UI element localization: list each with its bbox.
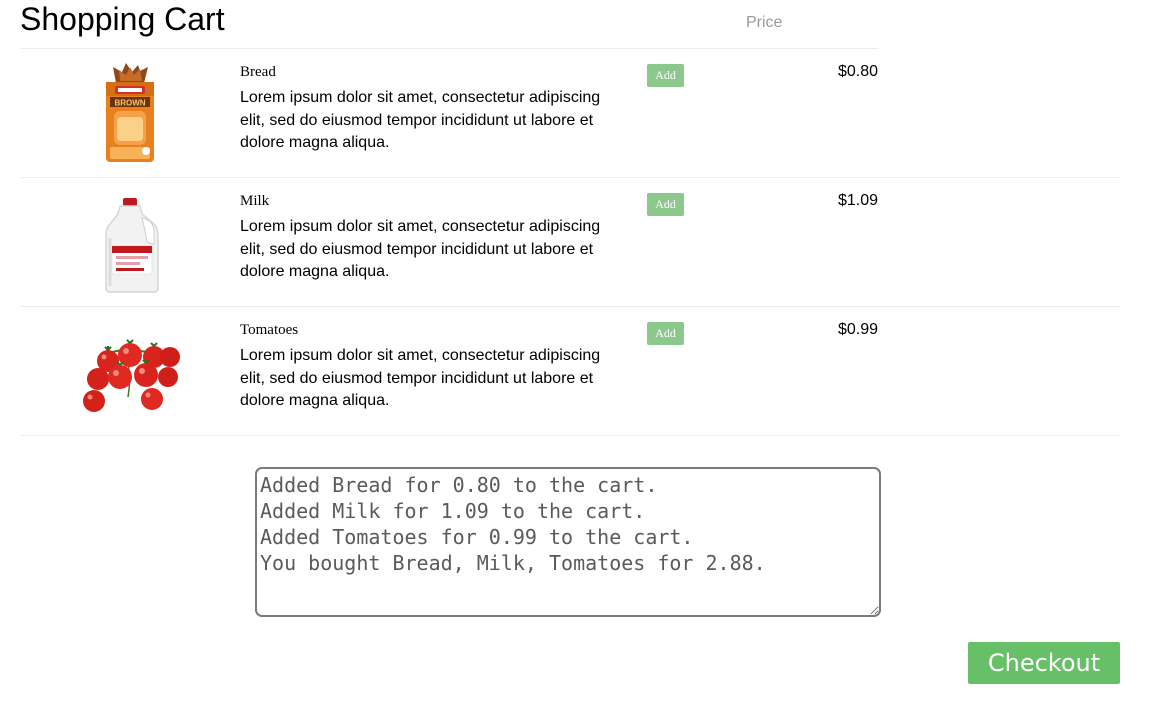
product-row-bread: BROWN Bread Lorem ipsum dolor sit amet, … <box>20 49 1120 178</box>
product-price: $0.99 <box>837 321 878 338</box>
add-tomatoes-button[interactable]: Add <box>647 322 684 345</box>
price-column-header: Price <box>746 14 783 31</box>
tomatoes-icon <box>70 317 190 422</box>
svg-text:BROWN: BROWN <box>114 99 145 108</box>
product-name: Tomatoes <box>240 322 299 338</box>
cart-header: Shopping Cart Price <box>20 0 878 49</box>
product-name: Bread <box>240 64 276 80</box>
checkout-button[interactable]: Checkout <box>968 642 1120 684</box>
product-list: BROWN Bread Lorem ipsum dolor sit amet, … <box>20 49 1120 436</box>
add-milk-button[interactable]: Add <box>647 193 684 216</box>
product-description: Lorem ipsum dolor sit amet, consectetur … <box>240 218 601 280</box>
product-description: Lorem ipsum dolor sit amet, consectetur … <box>240 347 601 409</box>
product-price: $1.09 <box>837 192 878 209</box>
product-price: $0.80 <box>837 63 878 80</box>
product-row-milk: Milk Lorem ipsum dolor sit amet, consect… <box>20 178 1120 307</box>
cart-log-textarea[interactable]: Added Bread for 0.80 to the cart. Added … <box>255 467 881 617</box>
bread-icon: BROWN <box>70 59 190 164</box>
product-row-tomatoes: Tomatoes Lorem ipsum dolor sit amet, con… <box>20 307 1120 436</box>
product-description: Lorem ipsum dolor sit amet, consectetur … <box>240 89 601 151</box>
add-bread-button[interactable]: Add <box>647 64 684 87</box>
page-title: Shopping Cart <box>20 1 225 37</box>
milk-jug-icon <box>70 188 190 293</box>
product-name: Milk <box>240 193 270 209</box>
